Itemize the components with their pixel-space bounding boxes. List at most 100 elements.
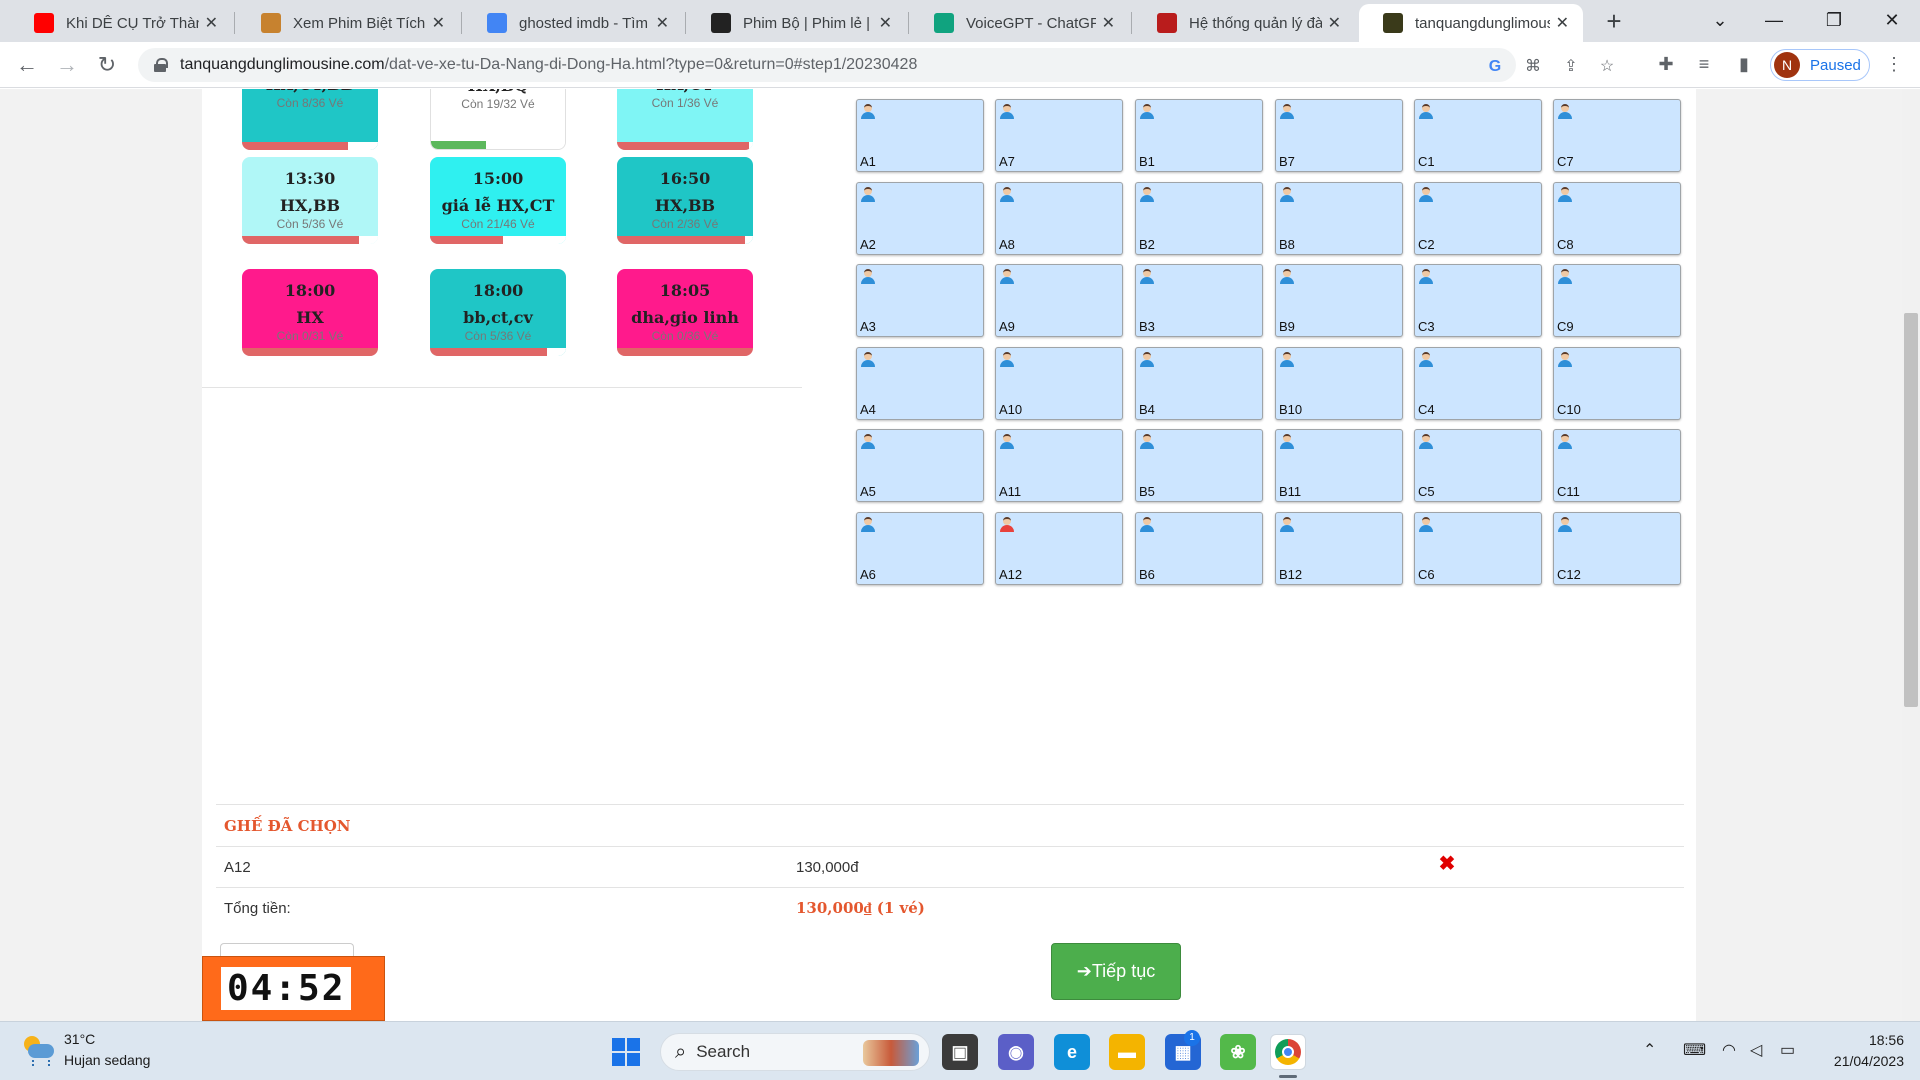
tab-close-icon[interactable]: ✕ <box>432 13 445 33</box>
edge-icon[interactable]: e <box>1054 1034 1090 1070</box>
seat-button[interactable]: B9 <box>1275 264 1403 337</box>
menu-kebab-icon[interactable]: ⋮ <box>1880 50 1908 78</box>
back-icon[interactable]: ← <box>12 50 42 80</box>
tab-close-icon[interactable]: ✕ <box>1556 13 1569 33</box>
translate-icon[interactable]: ⌘ <box>1522 56 1544 78</box>
seat-button[interactable]: B10 <box>1275 347 1403 420</box>
seat-button[interactable]: C7 <box>1553 99 1681 172</box>
wifi-icon[interactable]: ◠ <box>1722 1040 1736 1060</box>
trip-card[interactable]: 18:00 bb,ct,cv Còn 5/36 Vé <box>430 269 566 356</box>
seat-button[interactable]: C8 <box>1553 182 1681 255</box>
url-bar[interactable]: tanquangdunglimousine.com/dat-ve-xe-tu-D… <box>138 48 1614 82</box>
tab-close-icon[interactable]: ✕ <box>656 13 669 33</box>
seat-button[interactable]: B3 <box>1135 264 1263 337</box>
lock-icon[interactable] <box>154 58 168 72</box>
coc-coc-browser-icon[interactable]: ❀ <box>1220 1034 1256 1070</box>
trip-card[interactable]: HX,BQ Còn 19/32 Vé <box>430 89 566 150</box>
trip-card[interactable]: 13:30 HX,BB Còn 5/36 Vé <box>242 157 378 244</box>
weather-icon[interactable] <box>22 1034 56 1068</box>
seat-button[interactable]: C10 <box>1553 347 1681 420</box>
seat-button[interactable]: A2 <box>856 182 984 255</box>
tab-close-icon[interactable]: ✕ <box>1328 13 1341 33</box>
weather-temp[interactable]: 31°C <box>64 1031 95 1047</box>
tab-close-icon[interactable]: ✕ <box>1102 13 1115 33</box>
weather-desc[interactable]: Hujan sedang <box>64 1052 150 1068</box>
close-window-icon[interactable]: ✕ <box>1864 0 1920 40</box>
restore-icon[interactable]: ❐ <box>1806 0 1862 40</box>
reload-icon[interactable]: ↻ <box>92 50 122 80</box>
seat-button[interactable]: C5 <box>1414 429 1542 502</box>
seat-button[interactable]: C11 <box>1553 429 1681 502</box>
taskbar-search[interactable]: ⌕ Search <box>660 1033 930 1071</box>
keyboard-icon[interactable]: ⌨ <box>1683 1040 1706 1060</box>
chrome-icon[interactable] <box>1270 1034 1306 1070</box>
seat-button[interactable]: A1 <box>856 99 984 172</box>
seat-button[interactable]: A12 <box>995 512 1123 585</box>
remove-seat-icon[interactable]: ✖ <box>1436 853 1458 875</box>
seat-button[interactable]: A11 <box>995 429 1123 502</box>
tab-close-icon[interactable]: ✕ <box>205 13 218 33</box>
seat-button[interactable]: B1 <box>1135 99 1263 172</box>
task-view-icon[interactable]: ▣ <box>942 1034 978 1070</box>
trip-card[interactable]: 18:00 HX Còn 0/31 Vé <box>242 269 378 356</box>
battery-icon[interactable]: ▭ <box>1780 1040 1795 1060</box>
browser-tab[interactable]: VoiceGPT - ChatGPT v ✕ <box>910 4 1129 42</box>
browser-tab[interactable]: Khi DÊ CỤ Trở Thành ✕ <box>10 4 232 42</box>
seat-button[interactable]: C1 <box>1414 99 1542 172</box>
seat-button[interactable]: A8 <box>995 182 1123 255</box>
seat-button[interactable]: C2 <box>1414 182 1542 255</box>
volume-icon[interactable]: ◁ <box>1750 1040 1762 1060</box>
minimize-icon[interactable]: — <box>1746 0 1802 40</box>
seat-button[interactable]: B12 <box>1275 512 1403 585</box>
seat-button[interactable]: C3 <box>1414 264 1542 337</box>
seat-button[interactable]: B4 <box>1135 347 1263 420</box>
seat-button[interactable]: B2 <box>1135 182 1263 255</box>
teams-chat-icon[interactable]: ◉ <box>998 1034 1034 1070</box>
trip-card[interactable]: 16:50 HX,BB Còn 2/36 Vé <box>617 157 753 244</box>
reading-list-icon[interactable]: ≡ <box>1690 50 1718 78</box>
seat-button[interactable]: A6 <box>856 512 984 585</box>
seat-button[interactable]: B5 <box>1135 429 1263 502</box>
clock-time[interactable]: 18:56 <box>1820 1032 1904 1048</box>
forward-icon[interactable]: → <box>52 50 82 80</box>
seat-button[interactable]: A9 <box>995 264 1123 337</box>
new-tab-icon[interactable]: + <box>1598 6 1630 38</box>
tab-search-icon[interactable]: ⌄ <box>1692 0 1748 40</box>
bookmark-star-icon[interactable]: ☆ <box>1596 56 1618 78</box>
seat-button[interactable]: A3 <box>856 264 984 337</box>
seat-button[interactable]: A5 <box>856 429 984 502</box>
seat-button[interactable]: A7 <box>995 99 1123 172</box>
clock-date[interactable]: 21/04/2023 <box>1820 1053 1904 1069</box>
browser-tab[interactable]: tanquangdunglimous ✕ <box>1359 4 1583 42</box>
continue-button[interactable]: ➔Tiếp tục <box>1051 943 1181 1000</box>
trip-card[interactable]: HX,CT Còn 1/36 Vé <box>617 89 753 150</box>
seat-button[interactable]: A4 <box>856 347 984 420</box>
browser-tab[interactable]: Hệ thống quản lý đào ✕ <box>1133 4 1355 42</box>
seat-button[interactable]: C9 <box>1553 264 1681 337</box>
trip-card[interactable]: 18:05 dha,gio linh Còn 0/36 Vé <box>617 269 753 356</box>
seat-button[interactable]: A10 <box>995 347 1123 420</box>
seat-button[interactable]: B8 <box>1275 182 1403 255</box>
seat-button[interactable]: C12 <box>1553 512 1681 585</box>
seat-button[interactable]: B7 <box>1275 99 1403 172</box>
browser-tab[interactable]: Phim Bộ | Phim lẻ | Ph ✕ <box>687 4 906 42</box>
windows-start-icon[interactable] <box>612 1038 640 1066</box>
seat-button[interactable]: B11 <box>1275 429 1403 502</box>
browser-tab[interactable]: ghosted imdb - Tìm tr ✕ <box>463 4 683 42</box>
side-panel-icon[interactable]: ▮ <box>1730 50 1758 78</box>
scrollbar[interactable] <box>1902 89 1920 1021</box>
file-explorer-icon[interactable]: ▬ <box>1109 1034 1145 1070</box>
share-icon[interactable]: ⇪ <box>1560 56 1582 78</box>
extensions-icon[interactable]: ✚ <box>1652 50 1680 78</box>
seat-button[interactable]: C6 <box>1414 512 1542 585</box>
tab-close-icon[interactable]: ✕ <box>879 13 892 33</box>
profile-button[interactable]: N Paused <box>1770 49 1870 81</box>
seat-button[interactable]: C4 <box>1414 347 1542 420</box>
show-hidden-icons-icon[interactable]: ⌃ <box>1643 1040 1656 1060</box>
trip-card[interactable]: HX,CT,BB Còn 8/36 Vé <box>242 89 378 150</box>
trip-card[interactable]: 15:00 giá lễ HX,CT Còn 21/46 Vé <box>430 157 566 244</box>
google-lens-icon[interactable]: G <box>1484 56 1506 78</box>
browser-tab[interactable]: Xem Phim Biệt Tích Fu ✕ <box>237 4 459 42</box>
scrollbar-thumb[interactable] <box>1904 313 1918 707</box>
seat-button[interactable]: B6 <box>1135 512 1263 585</box>
